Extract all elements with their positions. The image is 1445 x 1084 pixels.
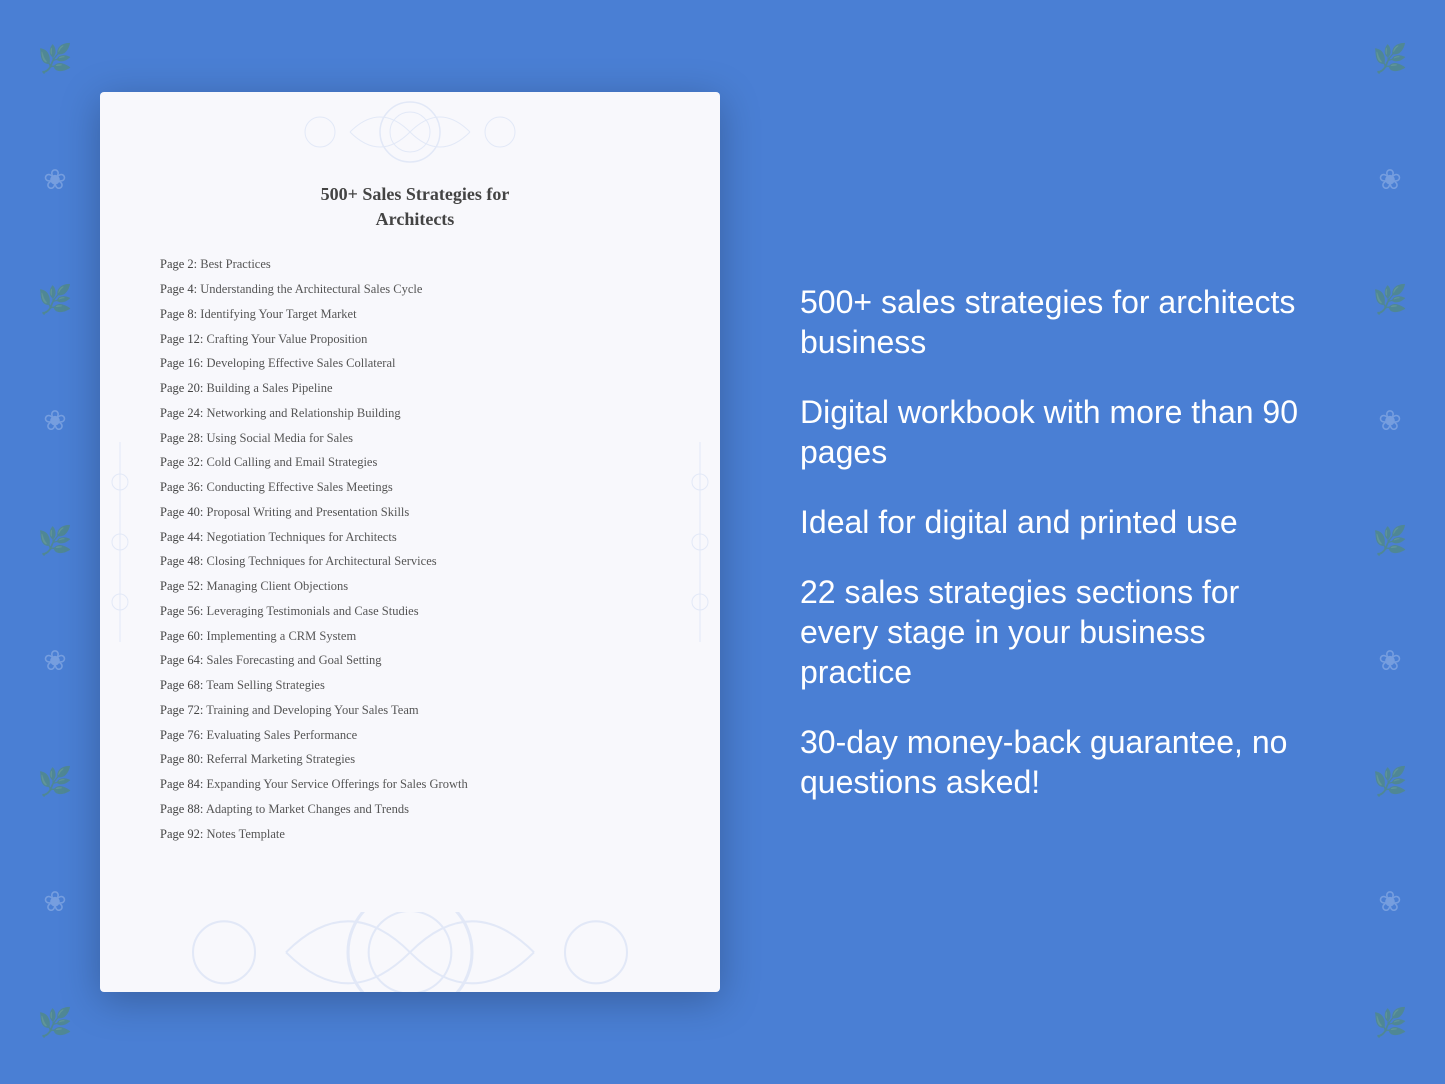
toc-entry: Page 16: Developing Effective Sales Coll… — [160, 351, 670, 376]
toc-entry: Page 76: Evaluating Sales Performance — [160, 723, 670, 748]
toc-entry: Page 80: Referral Marketing Strategies — [160, 747, 670, 772]
doc-decorative-bottom — [100, 912, 720, 992]
toc-entry: Page 44: Negotiation Techniques for Arch… — [160, 525, 670, 550]
feature-text: 30-day money-back guarantee, no question… — [800, 722, 1325, 802]
feature-text: Digital workbook with more than 90 pages — [800, 392, 1325, 472]
feature-text: 500+ sales strategies for architects bus… — [800, 282, 1325, 362]
toc-entry: Page 4: Understanding the Architectural … — [160, 277, 670, 302]
toc-entry: Page 2: Best Practices — [160, 252, 670, 277]
toc-entry: Page 52: Managing Client Objections — [160, 574, 670, 599]
toc-entry: Page 68: Team Selling Strategies — [160, 673, 670, 698]
toc-entry: Page 36: Conducting Effective Sales Meet… — [160, 475, 670, 500]
doc-side-deco-right — [680, 172, 720, 912]
document-panel: 500+ Sales Strategies forArchitects Page… — [100, 92, 720, 992]
toc-entry: Page 56: Leveraging Testimonials and Cas… — [160, 599, 670, 624]
toc-entry: Page 40: Proposal Writing and Presentati… — [160, 500, 670, 525]
main-content: 500+ Sales Strategies forArchitects Page… — [0, 52, 1445, 1032]
doc-decorative-top — [100, 92, 720, 172]
document-title: 500+ Sales Strategies forArchitects — [160, 182, 670, 232]
toc-entry: Page 72: Training and Developing Your Sa… — [160, 698, 670, 723]
toc-entry: Page 24: Networking and Relationship Bui… — [160, 401, 670, 426]
doc-side-deco-left — [100, 172, 140, 912]
toc-entry: Page 8: Identifying Your Target Market — [160, 302, 670, 327]
toc-entry: Page 92: Notes Template — [160, 822, 670, 847]
toc-list: Page 2: Best PracticesPage 4: Understand… — [160, 252, 670, 846]
toc-entry: Page 20: Building a Sales Pipeline — [160, 376, 670, 401]
feature-text: Ideal for digital and printed use — [800, 502, 1325, 542]
toc-entry: Page 32: Cold Calling and Email Strategi… — [160, 450, 670, 475]
toc-entry: Page 84: Expanding Your Service Offering… — [160, 772, 670, 797]
toc-entry: Page 88: Adapting to Market Changes and … — [160, 797, 670, 822]
feature-text: 22 sales strategies sections for every s… — [800, 572, 1325, 692]
toc-entry: Page 64: Sales Forecasting and Goal Sett… — [160, 648, 670, 673]
toc-entry: Page 28: Using Social Media for Sales — [160, 426, 670, 451]
toc-entry: Page 60: Implementing a CRM System — [160, 624, 670, 649]
toc-entry: Page 12: Crafting Your Value Proposition — [160, 327, 670, 352]
features-panel: 500+ sales strategies for architects bus… — [780, 282, 1325, 802]
toc-entry: Page 48: Closing Techniques for Architec… — [160, 549, 670, 574]
